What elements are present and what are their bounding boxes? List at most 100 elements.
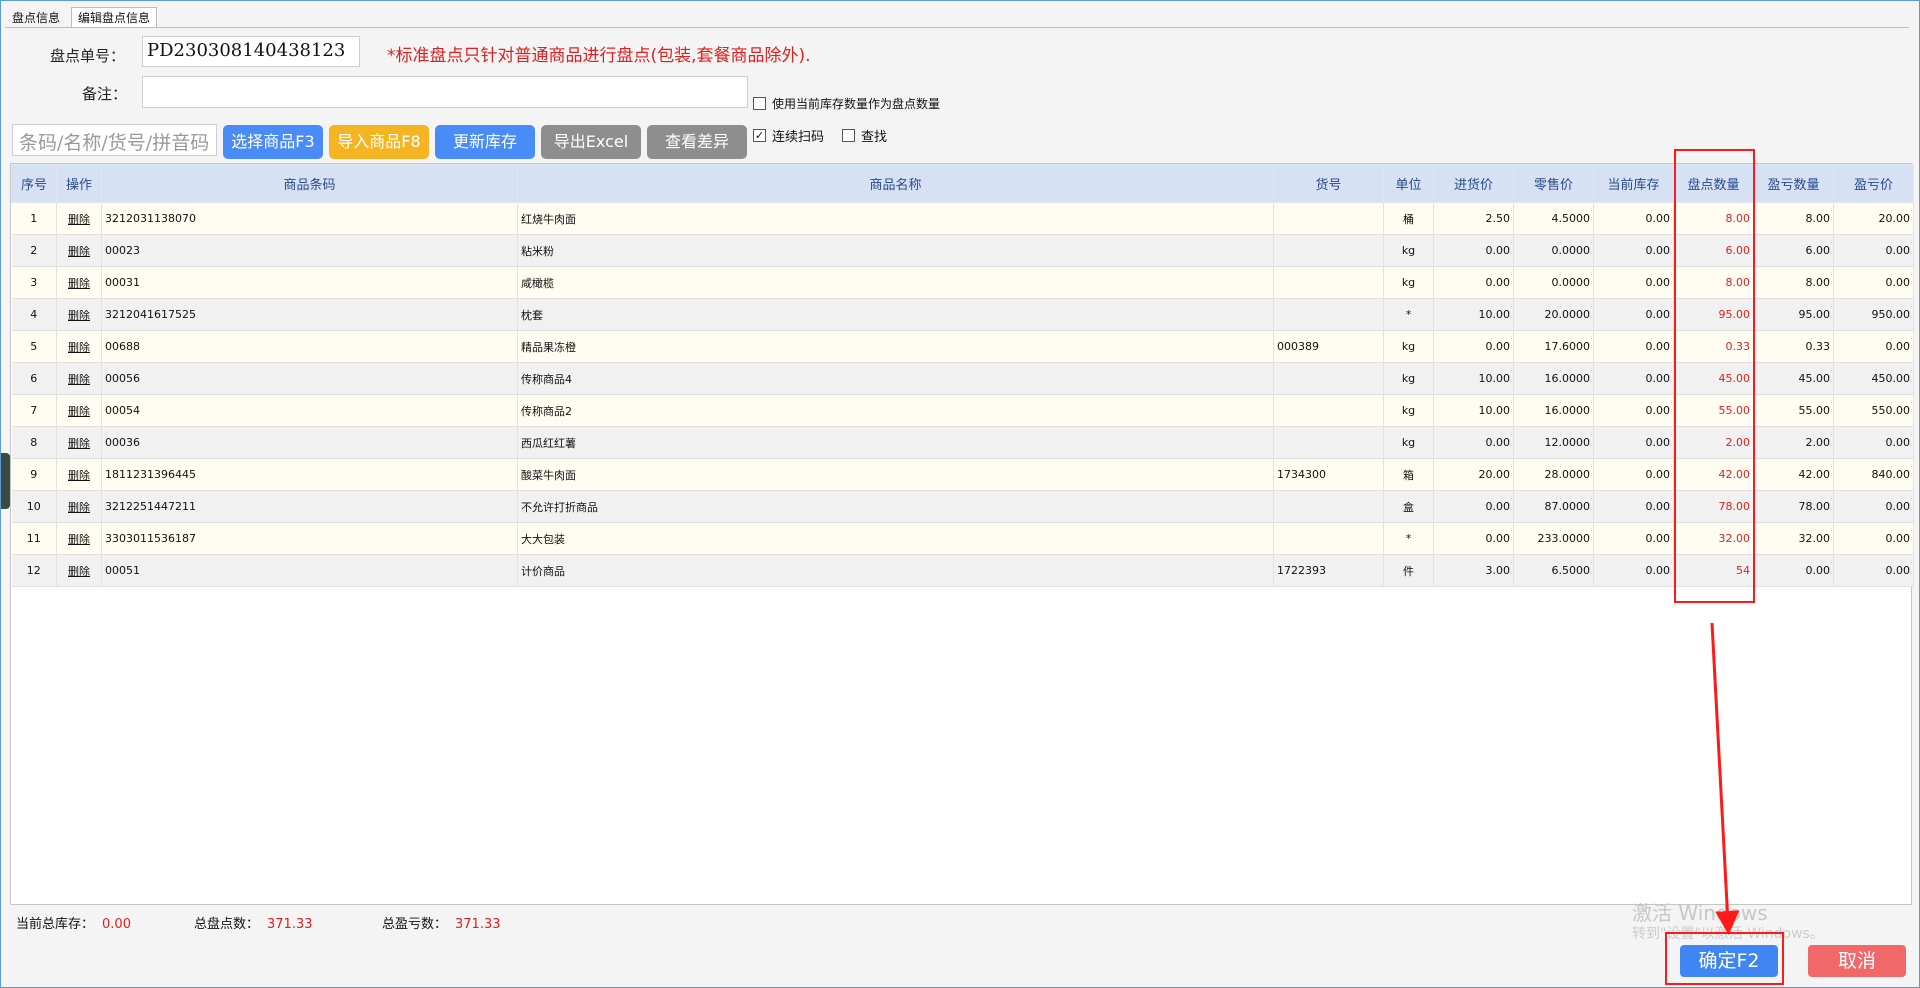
delete-link[interactable]: 删除 (56, 362, 102, 395)
delete-link[interactable]: 删除 (56, 458, 102, 491)
table-row[interactable]: 10 删除 3212251447211 不允许打折商品盒 0.00 87.0000 0.00… (11, 490, 1914, 523)
cell-current-stock: 0.00 (1593, 266, 1674, 299)
cell-current-stock: 0.00 (1593, 458, 1674, 491)
table-row[interactable]: 8 删除 00036 西瓜红红薯 kg 0.00 12.0000 0.00 2.00 2.00 0.… (11, 426, 1914, 459)
cancel-button[interactable]: 取消 (1808, 945, 1906, 977)
cell-unit: kg (1383, 394, 1434, 427)
delete-link[interactable]: 删除 (56, 234, 102, 267)
cell-name: 大大包装 (517, 522, 1274, 555)
tab-inventory-info[interactable]: 盘点信息 (5, 7, 68, 27)
cell-purchase-price: 10.00 (1433, 394, 1514, 427)
column-header-barcode[interactable]: 商品条码 (101, 164, 518, 203)
cell-seq: 2 (11, 234, 57, 267)
table-body: 1 删除 3212031138070 红烧牛肉面桶 2.50 4.5000 0.00 8.00… (11, 202, 1914, 587)
column-header-action[interactable]: 操作 (56, 164, 102, 203)
cell-item-no (1273, 362, 1384, 395)
cell-retail-price: 0.0000 (1513, 234, 1594, 267)
column-header-unit[interactable]: 单位 (1383, 164, 1434, 203)
column-header-item-no[interactable]: 货号 (1273, 164, 1384, 203)
table-row[interactable]: 5 删除 00688 精品果冻橙 000389 kg 0.00 17.6000 0.00 0.33… (11, 330, 1914, 363)
column-header-profit-price[interactable]: 盈亏价 (1833, 164, 1914, 203)
update-stock-button[interactable]: 更新库存 (435, 125, 535, 159)
cell-seq: 12 (11, 554, 57, 587)
remark-field[interactable] (142, 76, 748, 108)
cell-name: 西瓜红红薯 (517, 426, 1274, 459)
delete-link[interactable]: 删除 (56, 298, 102, 331)
cell-current-stock: 0.00 (1593, 522, 1674, 555)
cell-unit: kg (1383, 266, 1434, 299)
delete-link[interactable]: 删除 (56, 202, 102, 235)
table-row[interactable]: 3 删除 00031 咸橄榄 kg 0.00 0.0000 0.00 8.00 8.00 0.00 (11, 266, 1914, 299)
delete-link[interactable]: 删除 (56, 426, 102, 459)
export-excel-button[interactable]: 导出Excel (541, 125, 641, 159)
table-row[interactable]: 12 删除 00051 计价商品 1722393 件 3.00 6.5000 0.00 54 0.0… (11, 554, 1914, 587)
tab-edit-inventory-info[interactable]: 编辑盘点信息 (71, 7, 158, 27)
cell-profit-qty: 42.00 (1753, 458, 1834, 491)
cell-profit-qty: 0.00 (1753, 554, 1834, 587)
table-row[interactable]: 2 删除 00023 粘米粉 kg 0.00 0.0000 0.00 6.00 6.00 0.00 (11, 234, 1914, 267)
cell-name: 红烧牛肉面 (517, 202, 1274, 235)
delete-link[interactable]: 删除 (56, 394, 102, 427)
cell-barcode: 00688 (101, 330, 518, 363)
cell-profit-qty: 45.00 (1753, 362, 1834, 395)
cell-retail-price: 17.6000 (1513, 330, 1594, 363)
cell-seq: 4 (11, 298, 57, 331)
column-header-purchase-price[interactable]: 进货价 (1433, 164, 1514, 203)
cell-name: 枕套 (517, 298, 1274, 331)
select-goods-button[interactable]: 选择商品F3 (223, 125, 323, 159)
cell-name: 传称商品2 (517, 394, 1274, 427)
tab-divider (5, 27, 1909, 28)
find-checkbox[interactable]: 查找 (842, 126, 887, 145)
cell-unit: 桶 (1383, 202, 1434, 235)
cell-barcode: 3212251447211 (101, 490, 518, 523)
cell-retail-price: 4.5000 (1513, 202, 1594, 235)
column-header-profit-qty[interactable]: 盈亏数量 (1753, 164, 1834, 203)
delete-link[interactable]: 删除 (56, 554, 102, 587)
cell-unit: 盒 (1383, 490, 1434, 523)
table-row[interactable]: 4 删除 3212041617525 枕套 * 10.00 20.0000 0.00 95.00… (11, 298, 1914, 331)
search-input[interactable]: 条码/名称/货号/拼音码 (12, 124, 217, 156)
cell-retail-price: 12.0000 (1513, 426, 1594, 459)
cell-seq: 7 (11, 394, 57, 427)
cell-name: 酸菜牛肉面 (517, 458, 1274, 491)
order-number-field[interactable]: PD230308140438123 (142, 36, 360, 67)
cell-seq: 3 (11, 266, 57, 299)
view-diff-button[interactable]: 查看差异 (647, 125, 747, 159)
cell-barcode: 1811231396445 (101, 458, 518, 491)
cell-item-no (1273, 298, 1384, 331)
cell-profit-price: 0.00 (1833, 490, 1914, 523)
import-goods-button[interactable]: 导入商品F8 (329, 125, 429, 159)
column-header-current-stock[interactable]: 当前库存 (1593, 164, 1674, 203)
side-handle[interactable] (1, 453, 10, 509)
cell-item-no (1273, 202, 1384, 235)
table-row[interactable]: 9 删除 1811231396445 酸菜牛肉面 1734300 箱 20.00 28.000… (11, 458, 1914, 491)
column-header-seq[interactable]: 序号 (11, 164, 57, 203)
cell-profit-price: 0.00 (1833, 426, 1914, 459)
cell-name: 粘米粉 (517, 234, 1274, 267)
cell-current-stock: 0.00 (1593, 394, 1674, 427)
cell-seq: 10 (11, 490, 57, 523)
delete-link[interactable]: 删除 (56, 490, 102, 523)
table-row[interactable]: 6 删除 00056 传称商品4 kg 10.00 16.0000 0.00 45.00 45.0… (11, 362, 1914, 395)
delete-link[interactable]: 删除 (56, 522, 102, 555)
cell-profit-price: 0.00 (1833, 522, 1914, 555)
cell-retail-price: 16.0000 (1513, 394, 1594, 427)
cell-barcode: 00036 (101, 426, 518, 459)
column-header-name[interactable]: 商品名称 (517, 164, 1274, 203)
cell-current-stock: 0.00 (1593, 234, 1674, 267)
cell-profit-qty: 8.00 (1753, 266, 1834, 299)
use-stock-checkbox[interactable]: 使用当前库存数量作为盘点数量 (753, 95, 940, 112)
continuous-scan-checkbox[interactable]: ✓ 连续扫码 (753, 126, 824, 145)
table-row[interactable]: 7 删除 00054 传称商品2 kg 10.00 16.0000 0.00 55.00 55.0… (11, 394, 1914, 427)
cell-name: 传称商品4 (517, 362, 1274, 395)
cell-item-no: 000389 (1273, 330, 1384, 363)
column-header-retail-price[interactable]: 零售价 (1513, 164, 1594, 203)
total-count-label: 总盘点数： (194, 917, 260, 932)
table-row[interactable]: 1 删除 3212031138070 红烧牛肉面 桶 2.50 4.5000 0.00 8.00… (11, 202, 1914, 235)
delete-link[interactable]: 删除 (56, 266, 102, 299)
delete-link[interactable]: 删除 (56, 330, 102, 363)
cell-seq: 1 (11, 202, 57, 235)
cell-profit-price: 950.00 (1833, 298, 1914, 331)
cell-barcode: 00056 (101, 362, 518, 395)
table-row[interactable]: 11 删除 3303011536187 大大包装 * 0.00 233.0000 0.00 32… (11, 522, 1914, 555)
